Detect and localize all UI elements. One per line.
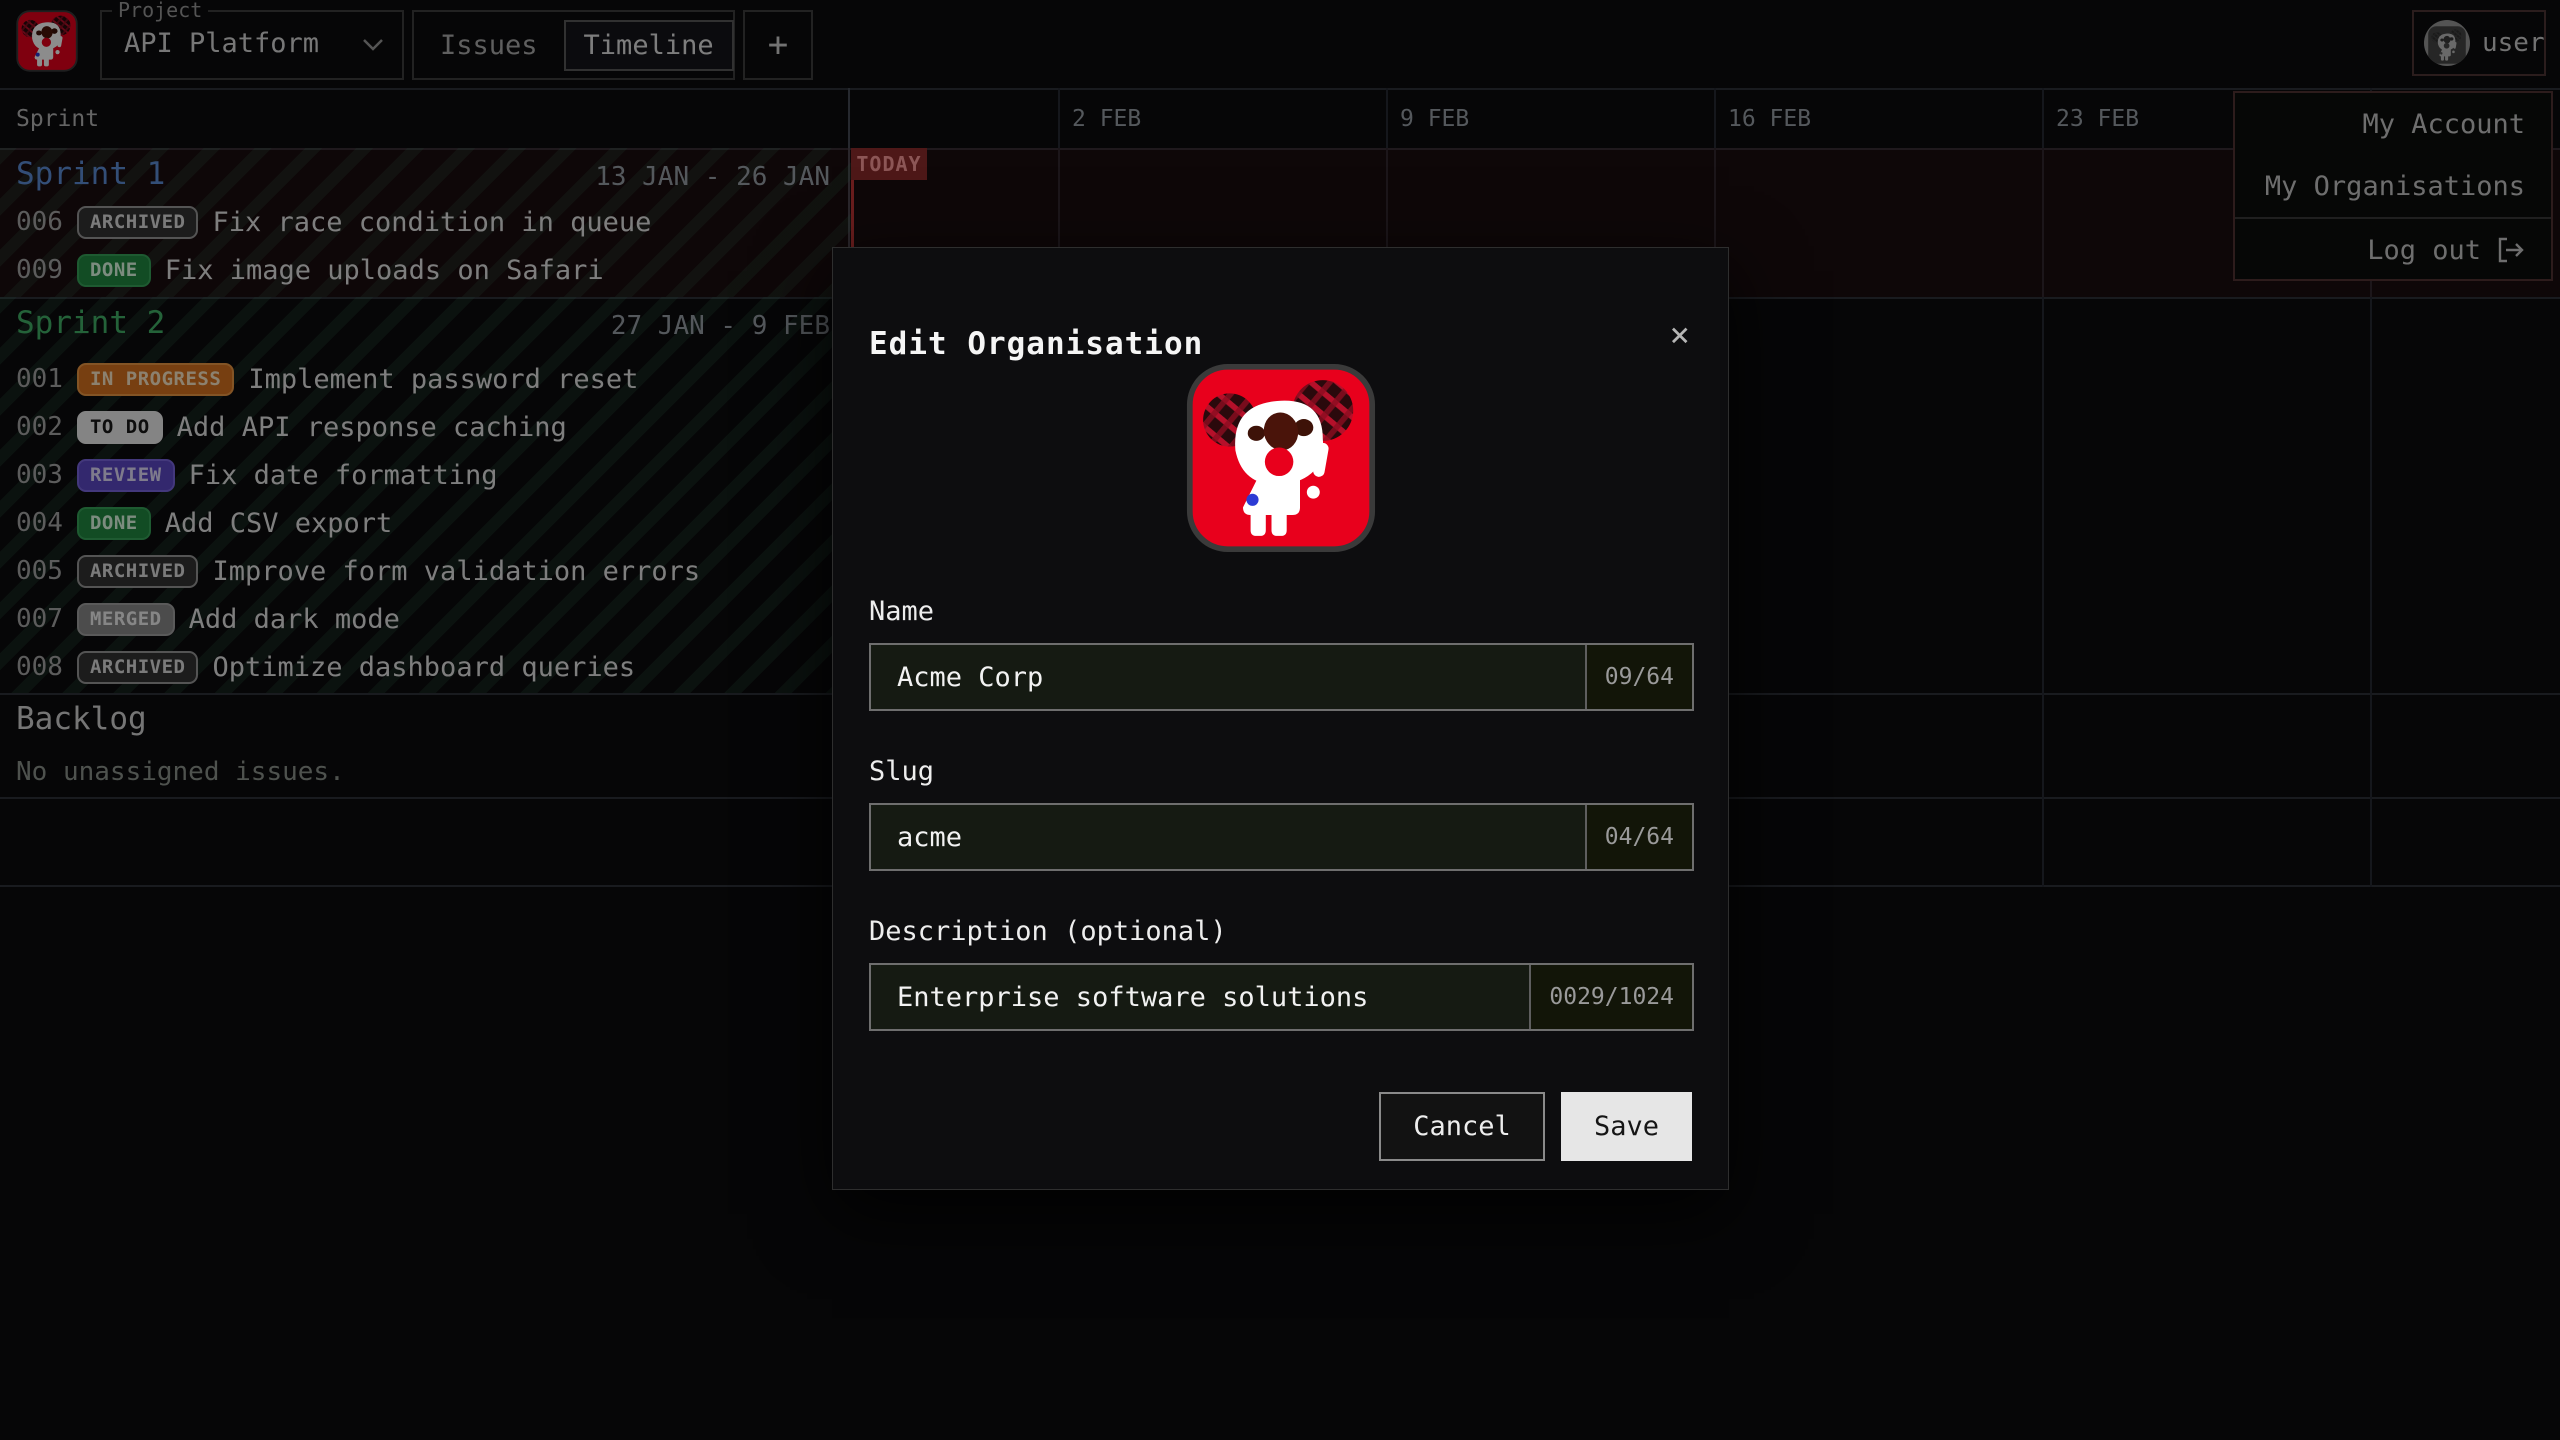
name-label: Name	[869, 596, 1694, 627]
slug-field-group: Slug 04/64	[869, 756, 1694, 871]
name-char-counter: 09/64	[1585, 645, 1692, 709]
slug-input[interactable]	[871, 805, 1585, 869]
description-field-group: Description (optional) 0029/1024	[869, 916, 1694, 1031]
name-field-group: Name 09/64	[869, 596, 1694, 711]
description-label: Description (optional)	[869, 916, 1694, 947]
slug-char-counter: 04/64	[1585, 805, 1692, 869]
modal-actions: Cancel Save	[1379, 1092, 1692, 1161]
modal-title: Edit Organisation	[869, 326, 1203, 362]
save-button[interactable]: Save	[1561, 1092, 1692, 1161]
organisation-logo-koala	[1186, 363, 1376, 553]
name-input[interactable]	[871, 645, 1585, 709]
description-input[interactable]	[871, 965, 1529, 1029]
close-icon[interactable]: ×	[1666, 314, 1694, 356]
app-root: Project API Platform Issues Timeline + u…	[0, 0, 2560, 1440]
slug-label: Slug	[869, 756, 1694, 787]
edit-organisation-modal: Edit Organisation × Name 09/64 Slug 04/6…	[832, 247, 1729, 1190]
description-char-counter: 0029/1024	[1529, 965, 1692, 1029]
cancel-button[interactable]: Cancel	[1379, 1092, 1545, 1161]
